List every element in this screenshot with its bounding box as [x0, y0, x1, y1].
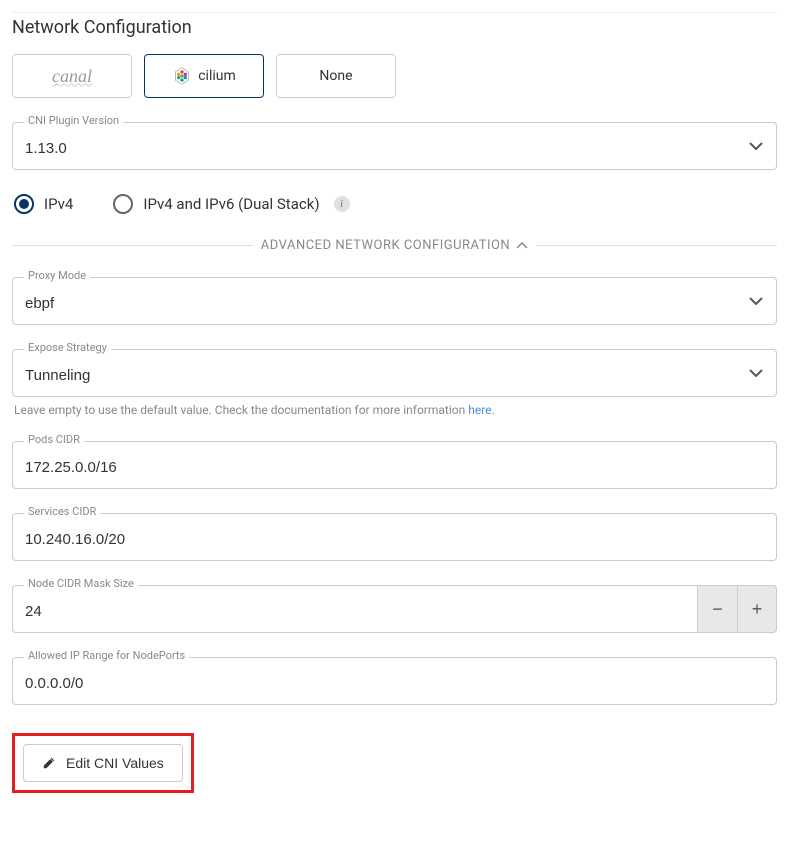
- pods-cidr-field: Pods CIDR: [12, 441, 777, 489]
- pods-cidr-label: Pods CIDR: [24, 433, 84, 446]
- info-icon[interactable]: i: [334, 196, 350, 212]
- none-label: None: [319, 68, 352, 84]
- node-cidr-mask-field: Node CIDR Mask Size − +: [12, 585, 777, 633]
- cilium-icon: [172, 66, 192, 86]
- proxy-mode-field: Proxy Mode: [12, 277, 777, 325]
- proxy-mode-select[interactable]: [12, 277, 777, 325]
- advanced-config-toggle[interactable]: ADVANCED NETWORK CONFIGURATION: [12, 238, 777, 253]
- cni-provider-selector: canal cilium None: [12, 54, 777, 98]
- allowed-ip-input[interactable]: [12, 657, 777, 705]
- node-cidr-mask-input[interactable]: [12, 585, 697, 633]
- allowed-ip-label: Allowed IP Range for NodePorts: [24, 649, 189, 662]
- expose-strategy-field: Expose Strategy: [12, 349, 777, 397]
- edit-cni-label: Edit CNI Values: [66, 755, 164, 771]
- pencil-icon: [42, 756, 56, 770]
- edit-cni-button[interactable]: Edit CNI Values: [23, 744, 183, 782]
- radio-label-dual: IPv4 and IPv6 (Dual Stack): [143, 195, 319, 213]
- proxy-mode-label: Proxy Mode: [24, 269, 90, 282]
- cni-option-none[interactable]: None: [276, 54, 396, 98]
- expose-strategy-select[interactable]: [12, 349, 777, 397]
- pods-cidr-input[interactable]: [12, 441, 777, 489]
- radio-ipv4[interactable]: IPv4: [14, 194, 73, 214]
- expose-strategy-label: Expose Strategy: [24, 341, 111, 354]
- expose-strategy-help: Leave empty to use the default value. Ch…: [12, 403, 777, 417]
- node-cidr-mask-label: Node CIDR Mask Size: [24, 577, 138, 590]
- radio-circle-ipv4: [14, 194, 34, 214]
- radio-dual-stack[interactable]: IPv4 and IPv6 (Dual Stack) i: [113, 194, 349, 214]
- cilium-label: cilium: [198, 68, 236, 84]
- edit-cni-highlight: Edit CNI Values: [12, 733, 194, 793]
- canal-label: canal: [52, 66, 92, 87]
- radio-circle-dual: [113, 194, 133, 214]
- chevron-up-icon: [516, 242, 528, 249]
- help-link[interactable]: here: [468, 403, 491, 417]
- cni-option-cilium[interactable]: cilium: [144, 54, 264, 98]
- cni-version-select[interactable]: [12, 122, 777, 170]
- allowed-ip-field: Allowed IP Range for NodePorts: [12, 657, 777, 705]
- stepper-increment[interactable]: +: [737, 585, 777, 633]
- ip-stack-radio-group: IPv4 IPv4 and IPv6 (Dual Stack) i: [12, 194, 777, 214]
- stepper-decrement[interactable]: −: [697, 585, 737, 633]
- cni-version-label: CNI Plugin Version: [24, 114, 123, 127]
- advanced-header-label: ADVANCED NETWORK CONFIGURATION: [261, 238, 510, 253]
- services-cidr-input[interactable]: [12, 513, 777, 561]
- services-cidr-label: Services CIDR: [24, 505, 100, 518]
- cni-version-field: CNI Plugin Version: [12, 122, 777, 170]
- cni-option-canal[interactable]: canal: [12, 54, 132, 98]
- services-cidr-field: Services CIDR: [12, 513, 777, 561]
- section-title: Network Configuration: [12, 12, 777, 38]
- radio-label-ipv4: IPv4: [44, 195, 73, 213]
